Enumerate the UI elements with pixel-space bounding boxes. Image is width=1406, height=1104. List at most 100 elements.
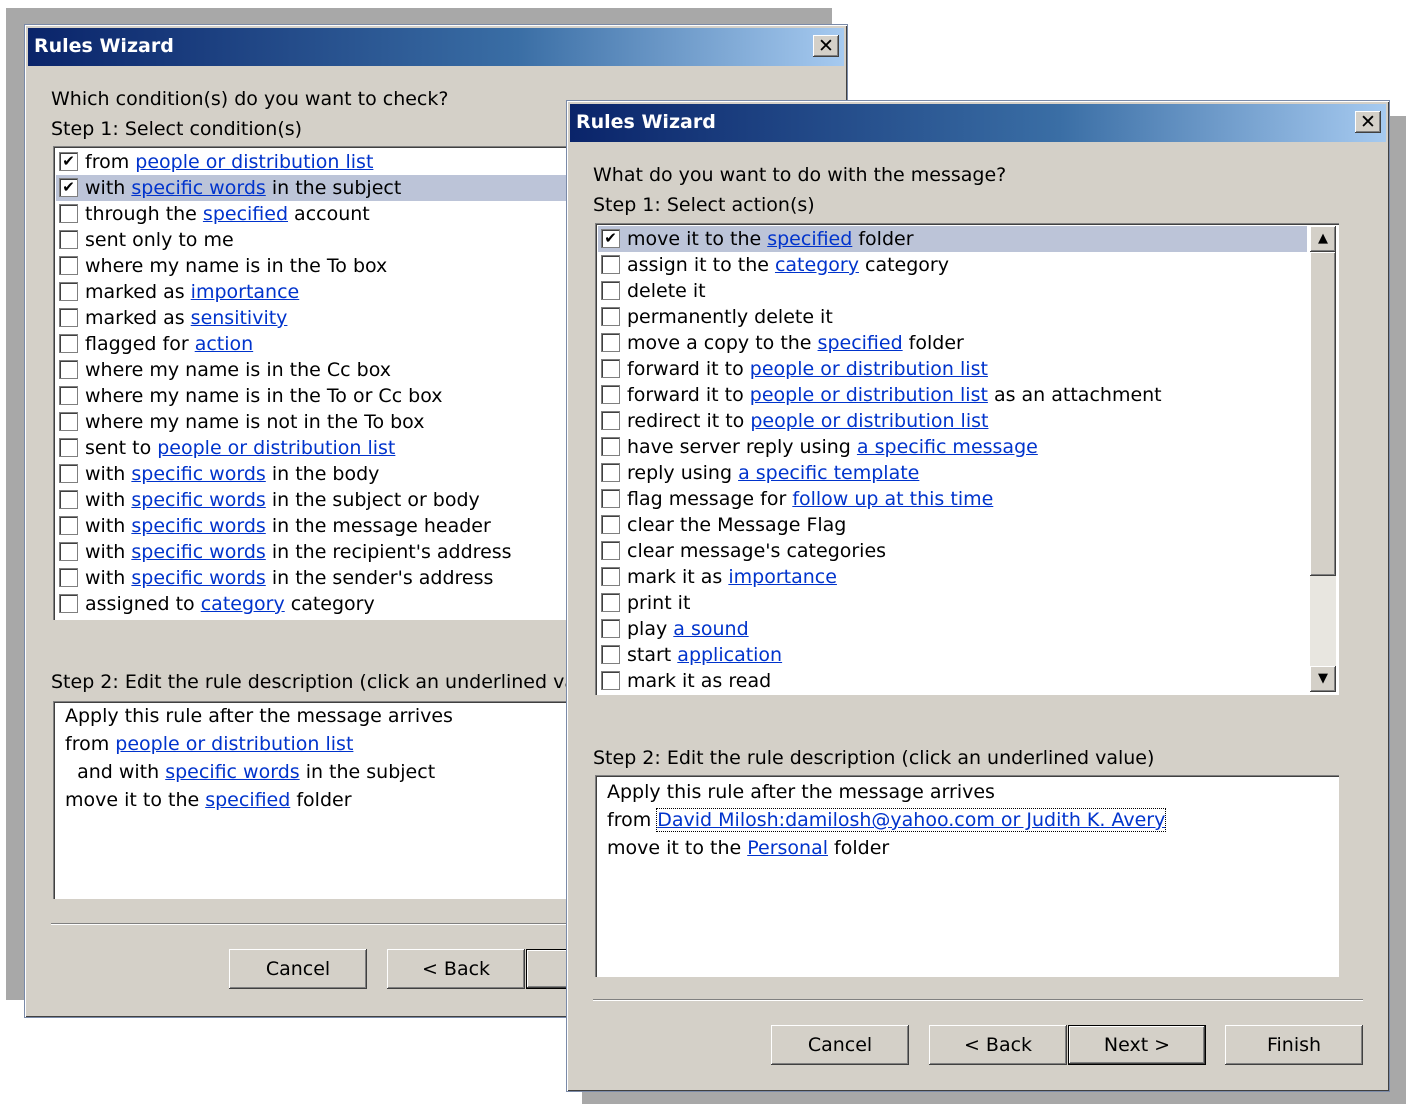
action-item[interactable]: ✔ move it to the specified folder <box>598 226 1307 252</box>
condition-item[interactable]: where my name is in the To or Cc box <box>56 383 610 409</box>
condition-item[interactable]: assigned to category category <box>56 591 610 617</box>
condition-item[interactable]: flagged for action <box>56 331 610 357</box>
scroll-up-button[interactable]: ▲ <box>1310 226 1336 252</box>
action-item[interactable]: permanently delete it <box>598 304 1307 330</box>
conditions-list[interactable]: ✔ from people or distribution list ✔ with s… <box>53 146 613 620</box>
front-desc-link-folder[interactable]: Personal <box>747 837 828 859</box>
action-item[interactable]: clear message's categories <box>598 538 1307 564</box>
back-cancel-button[interactable]: Cancel <box>229 949 367 989</box>
condition-checkbox[interactable] <box>59 438 78 457</box>
condition-link[interactable]: people or distribution list <box>135 151 373 173</box>
action-item[interactable]: play a sound <box>598 616 1307 642</box>
action-item[interactable]: move a copy to the specified folder <box>598 330 1307 356</box>
condition-checkbox[interactable] <box>59 542 78 561</box>
action-link[interactable]: follow up at this time <box>792 488 993 510</box>
condition-checkbox[interactable] <box>59 282 78 301</box>
front-cancel-button[interactable]: Cancel <box>771 1025 909 1065</box>
action-checkbox[interactable] <box>601 307 620 326</box>
condition-checkbox[interactable] <box>59 308 78 327</box>
action-checkbox[interactable] <box>601 567 620 586</box>
condition-link[interactable]: people or distribution list <box>157 437 395 459</box>
condition-link[interactable]: sensitivity <box>191 307 288 329</box>
condition-checkbox[interactable] <box>59 464 78 483</box>
action-item[interactable]: mark it as read <box>598 668 1307 694</box>
front-close-button[interactable]: ✕ <box>1355 111 1381 133</box>
condition-checkbox[interactable]: ✔ <box>59 178 78 197</box>
action-checkbox[interactable] <box>601 437 620 456</box>
action-checkbox[interactable] <box>601 489 620 508</box>
action-checkbox[interactable] <box>601 671 620 690</box>
front-finish-button[interactable]: Finish <box>1225 1025 1363 1065</box>
action-link[interactable]: category <box>775 254 859 276</box>
condition-checkbox[interactable] <box>59 594 78 613</box>
front-desc-link-senders[interactable]: David Milosh:damilosh@yahoo.com or Judit… <box>656 808 1167 832</box>
front-next-button[interactable]: Next > <box>1068 1025 1206 1065</box>
action-link[interactable]: a specific template <box>738 462 919 484</box>
condition-item[interactable]: with specific words in the recipient's a… <box>56 539 610 565</box>
back-back-button[interactable]: < Back <box>387 949 525 989</box>
action-checkbox[interactable] <box>601 541 620 560</box>
action-checkbox[interactable] <box>601 359 620 378</box>
back-close-button[interactable]: ✕ <box>813 35 839 57</box>
action-link[interactable]: specified <box>767 228 852 250</box>
action-item[interactable]: start application <box>598 642 1307 668</box>
action-item[interactable]: assign it to the category category <box>598 252 1307 278</box>
action-checkbox[interactable] <box>601 463 620 482</box>
condition-checkbox[interactable] <box>59 256 78 275</box>
action-checkbox[interactable] <box>601 255 620 274</box>
action-checkbox[interactable] <box>601 385 620 404</box>
action-checkbox[interactable] <box>601 593 620 612</box>
condition-item[interactable]: where my name is not in the To box <box>56 409 610 435</box>
action-checkbox[interactable] <box>601 411 620 430</box>
condition-checkbox[interactable] <box>59 412 78 431</box>
condition-link[interactable]: specific words <box>131 489 265 511</box>
condition-link[interactable]: specific words <box>131 463 265 485</box>
condition-item[interactable]: with specific words in the message heade… <box>56 513 610 539</box>
action-checkbox[interactable] <box>601 619 620 638</box>
action-checkbox[interactable] <box>601 515 620 534</box>
condition-checkbox[interactable] <box>59 360 78 379</box>
action-item[interactable]: flag message for follow up at this time <box>598 486 1307 512</box>
action-item[interactable]: reply using a specific template <box>598 460 1307 486</box>
condition-checkbox[interactable]: ✔ <box>59 152 78 171</box>
action-checkbox[interactable] <box>601 333 620 352</box>
action-checkbox[interactable]: ✔ <box>601 229 620 248</box>
condition-checkbox[interactable] <box>59 516 78 535</box>
condition-link[interactable]: action <box>195 333 253 355</box>
action-link[interactable]: people or distribution list <box>750 358 988 380</box>
condition-link[interactable]: specific words <box>131 177 265 199</box>
front-title-bar[interactable]: Rules Wizard ✕ <box>570 104 1386 142</box>
condition-checkbox[interactable] <box>59 386 78 405</box>
condition-item[interactable]: through the specified account <box>56 201 610 227</box>
action-item[interactable]: print it <box>598 590 1307 616</box>
action-link[interactable]: application <box>677 644 782 666</box>
action-link[interactable]: people or distribution list <box>750 410 988 432</box>
back-desc-link-words[interactable]: specific words <box>165 761 299 783</box>
action-link[interactable]: importance <box>728 566 837 588</box>
condition-checkbox[interactable] <box>59 204 78 223</box>
action-item[interactable]: redirect it to people or distribution li… <box>598 408 1307 434</box>
action-link[interactable]: specified <box>818 332 903 354</box>
condition-item[interactable]: marked as sensitivity <box>56 305 610 331</box>
action-item[interactable]: delete it <box>598 278 1307 304</box>
back-desc-link-people[interactable]: people or distribution list <box>115 733 353 755</box>
condition-checkbox[interactable] <box>59 334 78 353</box>
action-item[interactable]: forward it to people or distribution lis… <box>598 382 1307 408</box>
action-link[interactable]: a sound <box>673 618 748 640</box>
condition-item[interactable]: where my name is in the Cc box <box>56 357 610 383</box>
actions-list[interactable]: ▲ ▼ ✔ move it to the specified folder assi… <box>595 223 1339 695</box>
action-checkbox[interactable] <box>601 645 620 664</box>
condition-item[interactable]: ✔ from people or distribution list <box>56 149 610 175</box>
back-desc-link-specified[interactable]: specified <box>205 789 290 811</box>
condition-item[interactable]: with specific words in the sender's addr… <box>56 565 610 591</box>
condition-item[interactable]: sent only to me <box>56 227 610 253</box>
condition-item[interactable]: ✔ with specific words in the subject <box>56 175 610 201</box>
condition-item[interactable]: marked as importance <box>56 279 610 305</box>
condition-item[interactable]: with specific words in the subject or bo… <box>56 487 610 513</box>
condition-item[interactable]: sent to people or distribution list <box>56 435 610 461</box>
condition-link[interactable]: importance <box>191 281 300 303</box>
back-title-bar[interactable]: Rules Wizard ✕ <box>28 28 844 66</box>
action-item[interactable]: mark it as importance <box>598 564 1307 590</box>
condition-item[interactable]: where my name is in the To box <box>56 253 610 279</box>
condition-item[interactable]: with specific words in the body <box>56 461 610 487</box>
